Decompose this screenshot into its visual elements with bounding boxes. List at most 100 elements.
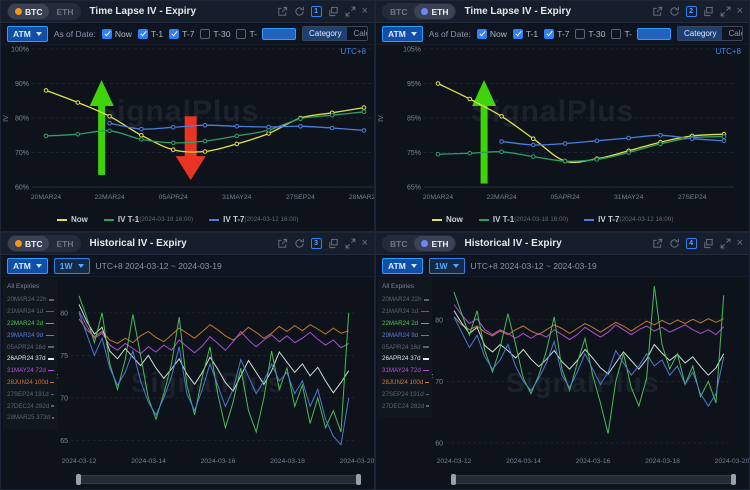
legend-swatch bbox=[51, 405, 54, 407]
expiry-legend-item[interactable]: 26APR24 37d bbox=[7, 353, 54, 365]
expand-icon[interactable] bbox=[720, 6, 731, 17]
timelapse-chart-canvas[interactable]: 105%95%85%75%65%20MAR2422MAR2405APR2431M… bbox=[376, 45, 750, 205]
strike-dropdown[interactable]: ATM bbox=[382, 258, 423, 274]
checkbox-now[interactable] bbox=[477, 29, 487, 39]
refresh-icon[interactable] bbox=[294, 238, 305, 249]
slider-handle-left[interactable] bbox=[451, 474, 456, 485]
category-button[interactable]: Category bbox=[303, 27, 347, 40]
legend-item[interactable]: IV T-1(2024-03-18 16:00) bbox=[479, 215, 568, 224]
coin-tab-eth[interactable]: ETH bbox=[414, 4, 455, 19]
expiry-legend-item[interactable]: 28MAR25 373d bbox=[7, 412, 54, 424]
refresh-icon[interactable] bbox=[294, 6, 305, 17]
window-number-icon[interactable]: 4 bbox=[686, 238, 697, 249]
share-icon[interactable] bbox=[277, 6, 288, 17]
period-dropdown[interactable]: 1W bbox=[429, 258, 465, 274]
copy-icon[interactable] bbox=[328, 238, 339, 249]
expiry-legend-item[interactable]: 20MAR24 22h bbox=[382, 294, 429, 306]
expand-icon[interactable] bbox=[720, 238, 731, 249]
legend-item[interactable]: IV T-7(2024-03-12 16:00) bbox=[584, 215, 673, 224]
expiry-legend-item[interactable]: 27SEP24 191d bbox=[7, 388, 54, 400]
calendar-button[interactable]: Calendar bbox=[347, 27, 368, 40]
timelapse-chart-canvas[interactable]: 100%90%80%70%60%20MAR2422MAR2405APR2431M… bbox=[1, 45, 375, 205]
refresh-icon[interactable] bbox=[669, 238, 680, 249]
expiry-legend-item[interactable]: 22MAR24 2d bbox=[382, 318, 429, 330]
coin-tab-btc[interactable]: BTC bbox=[383, 4, 414, 19]
close-icon[interactable]: × bbox=[362, 238, 368, 249]
checkbox-t-1[interactable] bbox=[138, 29, 148, 39]
strike-dropdown[interactable]: ATM bbox=[7, 258, 48, 274]
share-icon[interactable] bbox=[652, 238, 663, 249]
expiry-legend-item[interactable]: 27DEC24 282d bbox=[382, 400, 429, 412]
expiry-legend-item[interactable]: 28JUN24 100d bbox=[7, 377, 54, 389]
expiry-legend-item[interactable]: 28JUN24 100d bbox=[382, 377, 429, 389]
calendar-button[interactable]: Calendar bbox=[722, 27, 743, 40]
legend-item[interactable]: Now bbox=[432, 215, 463, 224]
coin-tab-eth[interactable]: ETH bbox=[49, 236, 80, 251]
checkbox-t-[interactable] bbox=[611, 29, 621, 39]
coin-toggle: BTCETH bbox=[7, 3, 81, 20]
close-icon[interactable]: × bbox=[737, 238, 743, 249]
t-custom-input[interactable] bbox=[637, 28, 671, 40]
expiry-legend-item[interactable]: 27SEP24 191d bbox=[382, 388, 429, 400]
share-icon[interactable] bbox=[277, 238, 288, 249]
expiry-legend-item[interactable]: 21MAR24 1d bbox=[382, 306, 429, 318]
coin-tab-btc[interactable]: BTC bbox=[383, 236, 414, 251]
expiry-legend-item[interactable]: 21MAR24 1d bbox=[7, 306, 54, 318]
chart-legend: Now IV T-1(2024-03-18 16:00) IV T-7(2024-0… bbox=[57, 215, 298, 224]
category-button[interactable]: Category bbox=[678, 27, 722, 40]
checkbox-now[interactable] bbox=[102, 29, 112, 39]
time-range-slider[interactable] bbox=[451, 475, 736, 484]
svg-text:105%: 105% bbox=[403, 47, 421, 54]
slider-handle-right[interactable] bbox=[356, 474, 361, 485]
expiry-legend: All Expiries20MAR24 22h21MAR24 1d22MAR24… bbox=[3, 279, 57, 429]
legend-item[interactable]: IV T-7(2024-03-12 16:00) bbox=[209, 215, 298, 224]
svg-text:95%: 95% bbox=[407, 81, 421, 88]
checkbox-t-[interactable] bbox=[236, 29, 246, 39]
coin-tab-eth[interactable]: ETH bbox=[414, 236, 455, 251]
expiry-legend-item[interactable]: 27DEC24 282d bbox=[7, 400, 54, 412]
checkbox-t-30[interactable] bbox=[200, 29, 210, 39]
window-number-icon[interactable]: 1 bbox=[311, 6, 322, 17]
expiry-legend-item[interactable]: 05APR24 16d bbox=[7, 341, 54, 353]
close-icon[interactable]: × bbox=[737, 6, 743, 17]
strike-dropdown[interactable]: ATM bbox=[7, 26, 48, 42]
expiry-legend-item[interactable]: 22MAR24 2d bbox=[7, 318, 54, 330]
coin-tab-btc[interactable]: BTC bbox=[8, 236, 49, 251]
coin-tab-btc[interactable]: BTC bbox=[8, 4, 49, 19]
strike-dropdown[interactable]: ATM bbox=[382, 26, 423, 42]
coin-tab-eth[interactable]: ETH bbox=[49, 4, 80, 19]
checkbox-t-7[interactable] bbox=[544, 29, 554, 39]
window-number-icon[interactable]: 3 bbox=[311, 238, 322, 249]
slider-handle-left[interactable] bbox=[76, 474, 81, 485]
expiry-legend-item[interactable]: 29MAR24 9d bbox=[382, 329, 429, 341]
period-dropdown[interactable]: 1W bbox=[54, 258, 90, 274]
expiry-legend-item[interactable]: 26APR24 37d bbox=[382, 353, 429, 365]
expand-icon[interactable] bbox=[345, 238, 356, 249]
legend-swatch bbox=[423, 370, 429, 372]
copy-icon[interactable] bbox=[703, 238, 714, 249]
checkbox-t-1[interactable] bbox=[513, 29, 523, 39]
legend-item[interactable]: Now bbox=[57, 215, 88, 224]
window-number-icon[interactable]: 2 bbox=[686, 6, 697, 17]
slider-handle-right[interactable] bbox=[731, 474, 736, 485]
historical-chart-canvas[interactable]: 8070602024-03-122024-03-142024-03-162024… bbox=[432, 277, 750, 473]
close-icon[interactable]: × bbox=[362, 6, 368, 17]
checkbox-t-30[interactable] bbox=[575, 29, 585, 39]
checkbox-t-7[interactable] bbox=[169, 29, 179, 39]
expiry-legend-item[interactable]: 29MAR24 9d bbox=[7, 329, 54, 341]
expiry-legend-item[interactable]: 31MAY24 72d bbox=[7, 365, 54, 377]
eth-coin-icon bbox=[421, 8, 428, 15]
legend-item[interactable]: IV T-1(2024-03-18 16:00) bbox=[104, 215, 193, 224]
date-range-label: UTC+8 2024-03-12 ~ 2024-03-19 bbox=[471, 261, 597, 271]
historical-chart-canvas[interactable]: 807570652024-03-122024-03-142024-03-1620… bbox=[57, 277, 375, 473]
expiry-legend-item[interactable]: 31MAY24 72d bbox=[382, 365, 429, 377]
expiry-legend-item[interactable]: 05APR24 16d bbox=[382, 341, 429, 353]
expand-icon[interactable] bbox=[345, 6, 356, 17]
time-range-slider[interactable] bbox=[76, 475, 361, 484]
t-custom-input[interactable] bbox=[262, 28, 296, 40]
copy-icon[interactable] bbox=[703, 6, 714, 17]
share-icon[interactable] bbox=[652, 6, 663, 17]
copy-icon[interactable] bbox=[328, 6, 339, 17]
expiry-legend-item[interactable]: 20MAR24 22h bbox=[7, 294, 54, 306]
refresh-icon[interactable] bbox=[669, 6, 680, 17]
